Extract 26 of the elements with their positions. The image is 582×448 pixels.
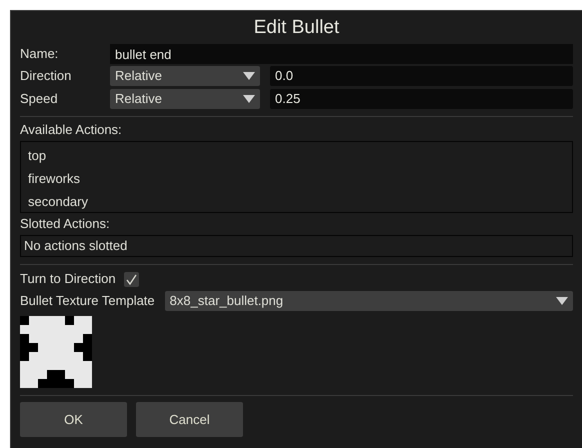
slotted-actions-list: No actions slotted <box>20 235 573 257</box>
dropdown-caret-icon <box>243 94 255 102</box>
value-field[interactable]: 0.0 <box>270 66 573 86</box>
slotted-actions-label: Slotted Actions: <box>20 215 111 233</box>
param-label: Speed <box>20 90 59 108</box>
mode-dropdown[interactable]: Relative <box>110 88 260 108</box>
dialog-button[interactable]: OK <box>20 402 127 437</box>
dropdown-caret-icon <box>243 72 255 80</box>
star-texture-icon <box>20 316 92 388</box>
texture-dropdown[interactable]: 8x8_star_bullet.png <box>164 291 573 311</box>
texture-label: Bullet Texture Template <box>20 292 155 310</box>
action-item[interactable]: fireworks <box>21 167 572 190</box>
action-item[interactable]: secondary <box>21 190 572 213</box>
dialog-button[interactable]: Cancel <box>136 402 243 437</box>
window-title: Edit Bullet <box>254 16 340 40</box>
value-field[interactable]: 0.25 <box>270 88 573 108</box>
available-actions-label: Available Actions: <box>20 121 123 139</box>
action-item[interactable]: top <box>21 144 572 167</box>
turn-to-direction-label: Turn to Direction <box>20 270 116 288</box>
checkmark-icon <box>126 274 137 284</box>
name-field[interactable]: bullet end <box>110 44 573 64</box>
name-label: Name: <box>20 45 60 64</box>
param-label: Direction <box>20 66 72 85</box>
dropdown-caret-icon <box>556 297 568 305</box>
turn-to-direction-checkbox[interactable] <box>124 272 139 286</box>
mode-dropdown[interactable]: Relative <box>110 66 260 86</box>
